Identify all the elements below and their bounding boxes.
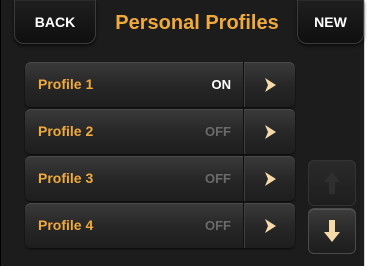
profile-row-select[interactable]: Profile 3 OFF bbox=[25, 156, 243, 201]
scroll-up-button[interactable] bbox=[308, 160, 356, 206]
profile-detail-button[interactable] bbox=[243, 203, 295, 248]
chevron-right-icon bbox=[265, 218, 276, 233]
profile-status: OFF bbox=[205, 124, 231, 139]
arrow-up-icon bbox=[324, 172, 340, 194]
profiles-screen: BACK Personal Profiles NEW Profile 1 ON … bbox=[0, 0, 365, 266]
profile-status: ON bbox=[211, 77, 232, 92]
profile-row-select[interactable]: Profile 1 ON bbox=[25, 62, 243, 107]
profile-list: Profile 1 ON Profile 2 OFF Profile 3 OFF… bbox=[25, 62, 295, 250]
profile-row: Profile 2 OFF bbox=[25, 109, 295, 154]
page-title: Personal Profiles bbox=[115, 12, 279, 34]
arrow-down-icon bbox=[324, 220, 340, 242]
profile-row: Profile 3 OFF bbox=[25, 156, 295, 201]
frame-edge bbox=[0, 0, 1, 266]
profile-status: OFF bbox=[205, 218, 231, 233]
chevron-right-icon bbox=[265, 124, 276, 139]
profile-name: Profile 1 bbox=[38, 76, 94, 92]
back-button[interactable]: BACK bbox=[14, 0, 96, 44]
profile-detail-button[interactable] bbox=[243, 156, 295, 201]
profile-detail-button[interactable] bbox=[243, 62, 295, 107]
profile-row: Profile 1 ON bbox=[25, 62, 295, 107]
profile-row-select[interactable]: Profile 4 OFF bbox=[25, 203, 243, 248]
new-profile-button[interactable]: NEW bbox=[297, 0, 364, 44]
profile-name: Profile 4 bbox=[38, 217, 94, 233]
chevron-right-icon bbox=[265, 77, 276, 92]
profile-status: OFF bbox=[205, 171, 231, 186]
profile-name: Profile 2 bbox=[38, 123, 94, 139]
profile-detail-button[interactable] bbox=[243, 109, 295, 154]
scroll-down-button[interactable] bbox=[308, 208, 356, 254]
profile-row-select[interactable]: Profile 2 OFF bbox=[25, 109, 243, 154]
chevron-right-icon bbox=[265, 171, 276, 186]
profile-name: Profile 3 bbox=[38, 170, 94, 186]
profile-row: Profile 4 OFF bbox=[25, 203, 295, 248]
